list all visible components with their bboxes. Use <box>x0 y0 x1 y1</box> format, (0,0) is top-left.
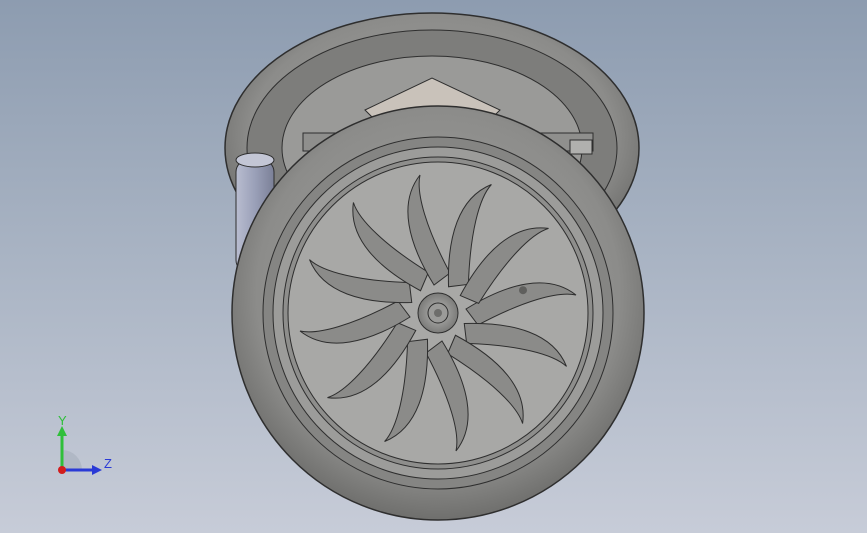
z-axis-label: Z <box>104 456 112 471</box>
y-axis-label: Y <box>58 413 67 428</box>
orientation-triad: Y Z <box>57 413 112 475</box>
wheel-assembly-model[interactable] <box>0 0 867 533</box>
wheel-hub <box>417 292 459 334</box>
graphics-viewport[interactable]: Y Z <box>0 0 867 533</box>
bolt-hole <box>519 286 528 295</box>
x-axis-origin <box>58 466 66 474</box>
